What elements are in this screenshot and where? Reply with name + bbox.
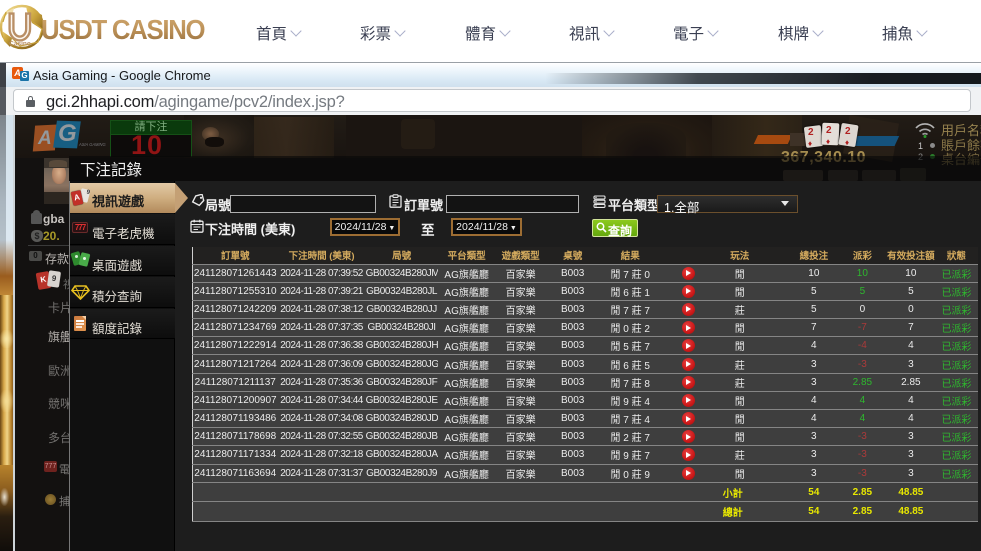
svg-text:Casino: Casino (9, 41, 31, 48)
